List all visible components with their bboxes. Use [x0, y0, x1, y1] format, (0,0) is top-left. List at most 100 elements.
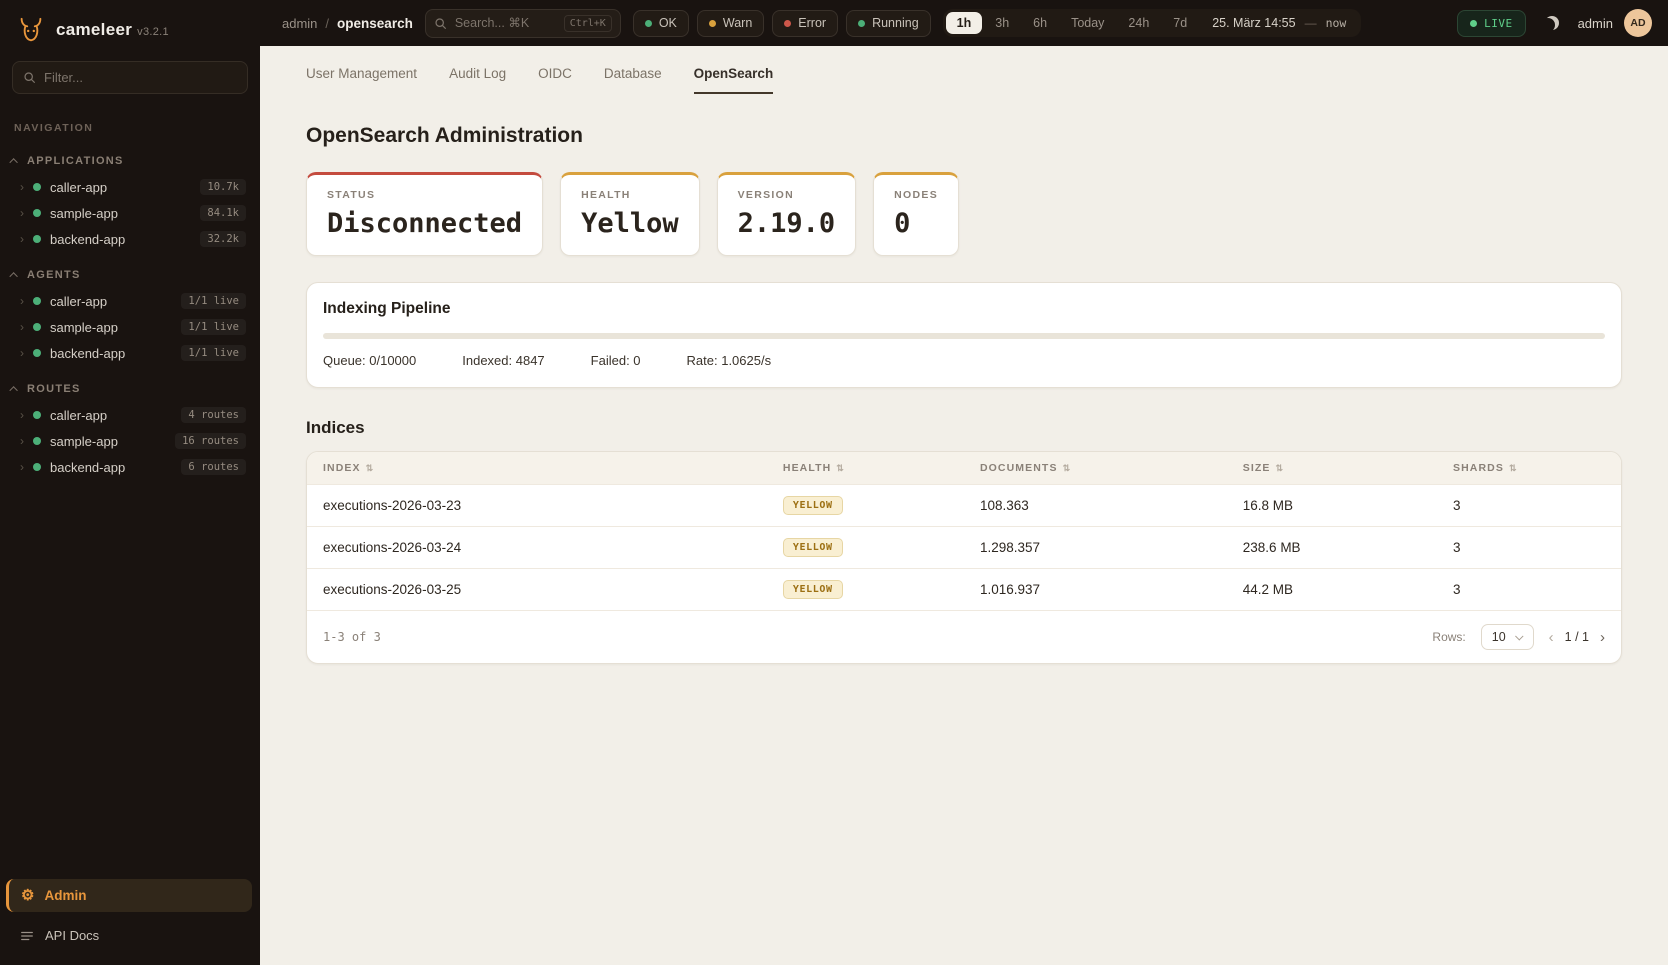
sidebar-item-label: sample-app	[50, 206, 118, 221]
cell-documents: 1.016.937	[964, 569, 1227, 611]
table-row[interactable]: executions-2026-03-25 YELLOW 1.016.937 4…	[307, 569, 1621, 611]
sidebar-item-agent-caller-app[interactable]: › caller-app 1/1 live	[0, 288, 260, 314]
filter-running[interactable]: Running	[846, 10, 931, 37]
cell-index: executions-2026-03-25	[307, 569, 767, 611]
time-range-7d[interactable]: 7d	[1162, 12, 1198, 34]
stat-label: VERSION	[738, 189, 836, 201]
sidebar-item-route-sample-app[interactable]: › sample-app 16 routes	[0, 428, 260, 454]
avatar[interactable]: AD	[1624, 9, 1652, 37]
filter-error[interactable]: Error	[772, 10, 838, 37]
section-header-agents[interactable]: AGENTS	[0, 266, 260, 288]
pipeline-progress-track	[323, 333, 1605, 339]
table-row[interactable]: executions-2026-03-24 YELLOW 1.298.357 2…	[307, 527, 1621, 569]
cameleer-logo-icon	[16, 15, 46, 45]
rows-per-page-value: 10	[1492, 630, 1506, 644]
column-header-health[interactable]: HEALTH⇅	[767, 452, 964, 485]
filter-error-label: Error	[798, 16, 826, 30]
chevron-right-icon: ›	[20, 347, 24, 359]
column-header-documents[interactable]: DOCUMENTS⇅	[964, 452, 1227, 485]
breadcrumb-parent[interactable]: admin	[282, 16, 317, 31]
stat-label: NODES	[894, 189, 938, 201]
navigation-label: NAVIGATION	[0, 100, 260, 138]
chevron-right-icon: ›	[20, 461, 24, 473]
global-search-input[interactable]	[455, 16, 556, 30]
pipeline-stat-rate: Rate: 1.0625/s	[687, 353, 772, 368]
sidebar-item-sample-app[interactable]: › sample-app 84.1k	[0, 200, 260, 226]
sidebar-item-backend-app[interactable]: › backend-app 32.2k	[0, 226, 260, 252]
stat-card-version: VERSION 2.19.0	[717, 172, 857, 256]
live-label: LIVE	[1484, 17, 1513, 30]
time-range-today[interactable]: Today	[1060, 12, 1115, 34]
sidebar-footer: ⚙ Admin API Docs	[0, 873, 260, 965]
chevron-right-icon: ›	[20, 409, 24, 421]
breadcrumb-separator: /	[325, 16, 329, 31]
cell-health: YELLOW	[767, 527, 964, 569]
pipeline-stat-indexed: Indexed: 4847	[462, 353, 544, 368]
rows-per-page-select[interactable]: 10	[1481, 624, 1534, 650]
status-dot	[33, 235, 41, 243]
chevron-right-icon: ›	[20, 295, 24, 307]
section-header-applications[interactable]: APPLICATIONS	[0, 152, 260, 174]
logo[interactable]: cameleerv3.2.1	[0, 0, 260, 57]
health-badge: YELLOW	[783, 580, 843, 599]
sidebar-item-admin[interactable]: ⚙ Admin	[6, 879, 252, 912]
sort-icon: ⇅	[366, 463, 375, 473]
sidebar-item-badge: 1/1 live	[181, 319, 246, 335]
global-search[interactable]: Ctrl+K	[425, 9, 621, 38]
live-toggle[interactable]: LIVE	[1457, 10, 1526, 37]
section-routes: ROUTES › caller-app 4 routes › sample-ap…	[0, 380, 260, 480]
time-range-6h[interactable]: 6h	[1022, 12, 1058, 34]
table-header-row: INDEX⇅ HEALTH⇅ DOCUMENTS⇅ SIZE⇅ SHARDS⇅	[307, 452, 1621, 485]
sidebar-item-badge: 6 routes	[181, 459, 246, 475]
sort-icon: ⇅	[836, 463, 845, 473]
tab-opensearch[interactable]: OpenSearch	[694, 66, 774, 94]
table-footer: 1-3 of 3 Rows: 10 ‹ 1 / 1 ›	[307, 610, 1621, 663]
sidebar: cameleerv3.2.1 NAVIGATION APPLICATIONS	[0, 0, 260, 965]
tab-audit-log[interactable]: Audit Log	[449, 66, 506, 94]
tab-user-management[interactable]: User Management	[306, 66, 417, 94]
cell-size: 238.6 MB	[1227, 527, 1437, 569]
table-row[interactable]: executions-2026-03-23 YELLOW 108.363 16.…	[307, 485, 1621, 527]
status-dot	[33, 183, 41, 191]
cell-size: 16.8 MB	[1227, 485, 1437, 527]
filter-input[interactable]	[44, 70, 237, 85]
filter-warn-label: Warn	[723, 16, 752, 30]
sidebar-item-agent-sample-app[interactable]: › sample-app 1/1 live	[0, 314, 260, 340]
time-range-24h[interactable]: 24h	[1117, 12, 1160, 34]
section-header-routes[interactable]: ROUTES	[0, 380, 260, 402]
docs-icon	[20, 929, 34, 943]
section-label: ROUTES	[27, 383, 81, 395]
pagination: ‹ 1 / 1 ›	[1549, 630, 1605, 645]
section-agents: AGENTS › caller-app 1/1 live › sample-ap…	[0, 266, 260, 366]
prev-page-button[interactable]: ‹	[1549, 630, 1554, 645]
admin-label: Admin	[44, 888, 86, 903]
sidebar-item-route-caller-app[interactable]: › caller-app 4 routes	[0, 402, 260, 428]
status-dot	[33, 323, 41, 331]
sidebar-filter[interactable]	[12, 61, 248, 94]
date-range-display[interactable]: 25. März 14:55 — now	[1200, 16, 1358, 30]
pipeline-title: Indexing Pipeline	[323, 300, 1605, 318]
theme-toggle[interactable]	[1537, 8, 1567, 38]
cell-shards: 3	[1437, 569, 1621, 611]
date-range-text: 25. März 14:55	[1212, 16, 1295, 30]
filter-ok[interactable]: OK	[633, 10, 689, 37]
sidebar-item-caller-app[interactable]: › caller-app 10.7k	[0, 174, 260, 200]
time-range-1h[interactable]: 1h	[946, 12, 983, 34]
sidebar-item-label: backend-app	[50, 232, 125, 247]
column-header-size[interactable]: SIZE⇅	[1227, 452, 1437, 485]
status-dot	[33, 411, 41, 419]
sidebar-item-api-docs[interactable]: API Docs	[0, 920, 260, 951]
next-page-button[interactable]: ›	[1600, 630, 1605, 645]
filter-warn[interactable]: Warn	[697, 10, 764, 37]
sidebar-item-route-backend-app[interactable]: › backend-app 6 routes	[0, 454, 260, 480]
sidebar-item-agent-backend-app[interactable]: › backend-app 1/1 live	[0, 340, 260, 366]
time-range-3h[interactable]: 3h	[984, 12, 1020, 34]
tab-oidc[interactable]: OIDC	[538, 66, 572, 94]
cell-documents: 1.298.357	[964, 527, 1227, 569]
sidebar-item-label: caller-app	[50, 180, 107, 195]
sidebar-item-badge: 10.7k	[200, 179, 246, 195]
column-header-index[interactable]: INDEX⇅	[307, 452, 767, 485]
sidebar-item-label: caller-app	[50, 294, 107, 309]
column-header-shards[interactable]: SHARDS⇅	[1437, 452, 1621, 485]
tab-database[interactable]: Database	[604, 66, 662, 94]
